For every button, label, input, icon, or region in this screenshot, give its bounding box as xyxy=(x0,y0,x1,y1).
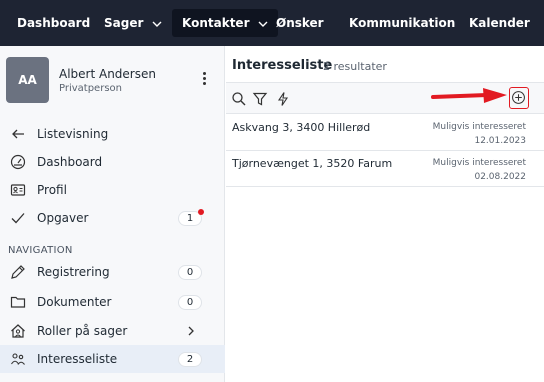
nav-sager-label: Sager xyxy=(104,16,144,30)
sidebar-item-dokumenter[interactable]: Dokumenter 0 xyxy=(0,288,225,316)
list-item[interactable]: Tjørnevænget 1, 3520 Farum Muligvis inte… xyxy=(226,151,544,187)
nav-sager[interactable]: Sager xyxy=(104,9,162,37)
count-badge: 0 xyxy=(178,265,202,280)
arrow-left-icon xyxy=(12,129,24,139)
sidebar-item-label: Dashboard xyxy=(37,155,103,169)
folder-icon xyxy=(10,296,26,308)
people-icon xyxy=(11,353,25,365)
count-badge: 0 xyxy=(178,295,202,310)
chevron-right-icon xyxy=(188,326,194,336)
add-circle-icon xyxy=(512,91,525,104)
id-card-icon xyxy=(10,184,26,196)
profile-name: Albert Andersen xyxy=(59,67,156,81)
page-title: Interesseliste xyxy=(232,58,333,73)
profile-header: AA Albert Andersen Privatperson xyxy=(0,46,225,116)
gauge-icon xyxy=(10,154,26,170)
sidebar-item-label: Dokumenter xyxy=(37,295,112,309)
sidebar-item-label: Opgaver xyxy=(37,211,89,225)
house-user-icon xyxy=(11,324,25,338)
result-address: Askvang 3, 3400 Hillerød xyxy=(232,121,371,134)
result-date: 02.08.2022 xyxy=(474,172,526,182)
avatar: AA xyxy=(6,57,49,103)
sidebar-item-label: Listevisning xyxy=(37,127,109,141)
nav-kontakter-label: Kontakter xyxy=(182,16,250,30)
main-content: Interesseliste 2 resultater Askvang 3, 3… xyxy=(226,46,544,382)
nav-onsker[interactable]: Ønsker xyxy=(276,9,324,37)
pencil-icon xyxy=(11,265,25,279)
list-item[interactable]: Askvang 3, 3400 Hillerød Muligvis intere… xyxy=(226,115,544,151)
sidebar: AA Albert Andersen Privatperson Listevis… xyxy=(0,46,225,382)
section-label-navigation: NAVIGATION xyxy=(8,245,73,256)
filter-icon[interactable] xyxy=(252,91,268,107)
notification-dot xyxy=(198,209,204,215)
sidebar-item-opgaver[interactable]: Opgaver 1 xyxy=(0,204,225,232)
result-status: Muligvis interesseret xyxy=(432,158,526,168)
sidebar-item-registrering[interactable]: Registrering 0 xyxy=(0,258,225,286)
nav-dashboard[interactable]: Dashboard xyxy=(17,9,90,37)
sidebar-item-label: Interesseliste xyxy=(37,352,118,366)
nav-kalender[interactable]: Kalender xyxy=(469,9,530,37)
count-badge: 2 xyxy=(178,352,202,367)
lightning-icon[interactable] xyxy=(275,91,291,107)
nav-kommunikation[interactable]: Kommunikation xyxy=(349,9,455,37)
sidebar-item-label: Registrering xyxy=(37,265,110,279)
check-icon xyxy=(11,213,25,224)
search-icon[interactable] xyxy=(231,91,247,107)
sidebar-item-profil[interactable]: Profil xyxy=(0,176,225,204)
sidebar-item-roller-paa-sager[interactable]: Roller på sager xyxy=(0,317,225,345)
profile-type: Privatperson xyxy=(59,83,122,94)
result-date: 12.01.2023 xyxy=(474,136,526,146)
sidebar-item-listevisning[interactable]: Listevisning xyxy=(0,120,225,148)
chevron-down-icon xyxy=(258,21,268,27)
chevron-down-icon xyxy=(152,21,162,27)
add-button[interactable] xyxy=(509,87,529,109)
sidebar-item-dashboard[interactable]: Dashboard xyxy=(0,148,225,176)
sidebar-item-label: Profil xyxy=(37,183,67,197)
red-arrow-annotation xyxy=(431,88,507,103)
sidebar-item-label: Roller på sager xyxy=(37,324,128,338)
result-status: Muligvis interesseret xyxy=(432,122,526,132)
top-navigation: Dashboard Sager Kontakter Ønsker Kommuni… xyxy=(0,0,544,46)
sidebar-item-interesseliste[interactable]: Interesseliste 2 xyxy=(0,345,225,373)
result-address: Tjørnevænget 1, 3520 Farum xyxy=(232,157,393,170)
result-count: 2 resultater xyxy=(323,60,387,73)
kebab-menu-icon[interactable] xyxy=(198,70,210,90)
nav-kontakter[interactable]: Kontakter xyxy=(172,9,278,37)
